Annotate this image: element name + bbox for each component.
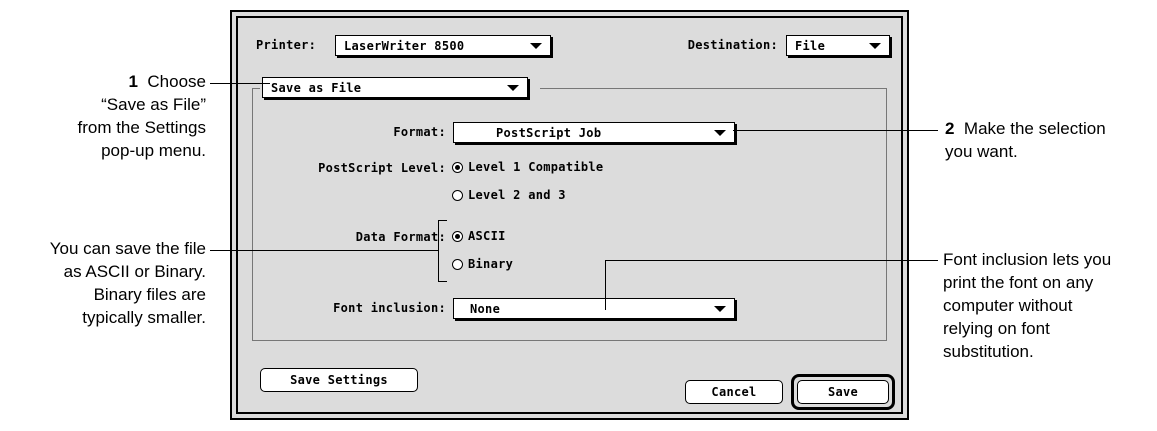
save-settings-button[interactable]: Save Settings (260, 368, 418, 392)
radio-unselected-icon (452, 189, 463, 201)
cancel-button[interactable]: Cancel (685, 380, 783, 404)
callout-font-inclusion: Font inclusion lets you print the font o… (943, 250, 1112, 361)
postscript-level-label: PostScript Level: (318, 161, 446, 175)
radio-unselected-icon (452, 258, 463, 270)
chevron-down-icon (507, 85, 519, 91)
radio-ascii[interactable]: ASCII (452, 229, 506, 243)
printer-label: Printer: (256, 38, 317, 52)
dialog-frame: Printer: LaserWriter 8500 Destination: F… (236, 16, 903, 414)
radio-selected-icon (452, 230, 463, 242)
callout-step-1: 1 Choose “Save as File” from the Setting… (77, 72, 206, 160)
callout-step-2: 2 Make the selection you want. (945, 119, 1106, 161)
radio-binary[interactable]: Binary (452, 257, 513, 271)
chevron-down-icon (714, 306, 726, 312)
chevron-down-icon (530, 43, 542, 49)
leader-line-ascii-binary (210, 250, 438, 251)
format-label: Format: (393, 125, 446, 139)
font-inclusion-popup[interactable]: None (453, 298, 735, 319)
destination-label: Destination: (687, 38, 778, 52)
chevron-down-icon (714, 130, 726, 136)
settings-popup[interactable]: Save as File (262, 77, 528, 98)
callout-ascii-binary: You can save the file as ASCII or Binary… (49, 239, 206, 327)
leader-line-font-inclusion-horizontal (605, 260, 938, 261)
radio-level-1[interactable]: Level 1 Compatible (452, 160, 603, 174)
bracket-data-format-bottom (438, 281, 447, 282)
printer-popup[interactable]: LaserWriter 8500 (335, 35, 551, 56)
radio-level-2-3[interactable]: Level 2 and 3 (452, 188, 566, 202)
print-dialog: Printer: LaserWriter 8500 Destination: F… (230, 10, 909, 420)
callout-step-1-number: 1 (128, 72, 138, 91)
format-popup[interactable]: PostScript Job (453, 122, 735, 143)
save-button[interactable]: Save (797, 380, 889, 404)
leader-line-font-inclusion-vertical (605, 260, 606, 310)
chevron-down-icon (869, 43, 881, 49)
font-inclusion-label: Font inclusion: (333, 301, 446, 315)
bracket-data-format-top (438, 220, 447, 221)
data-format-label: Data Format: (355, 230, 446, 244)
leader-line-step-1 (210, 83, 270, 84)
radio-selected-icon (452, 161, 463, 173)
callout-step-2-number: 2 (945, 119, 955, 138)
leader-line-step-2 (733, 130, 938, 131)
bracket-data-format-vertical (438, 220, 439, 282)
destination-popup[interactable]: File (786, 35, 890, 56)
